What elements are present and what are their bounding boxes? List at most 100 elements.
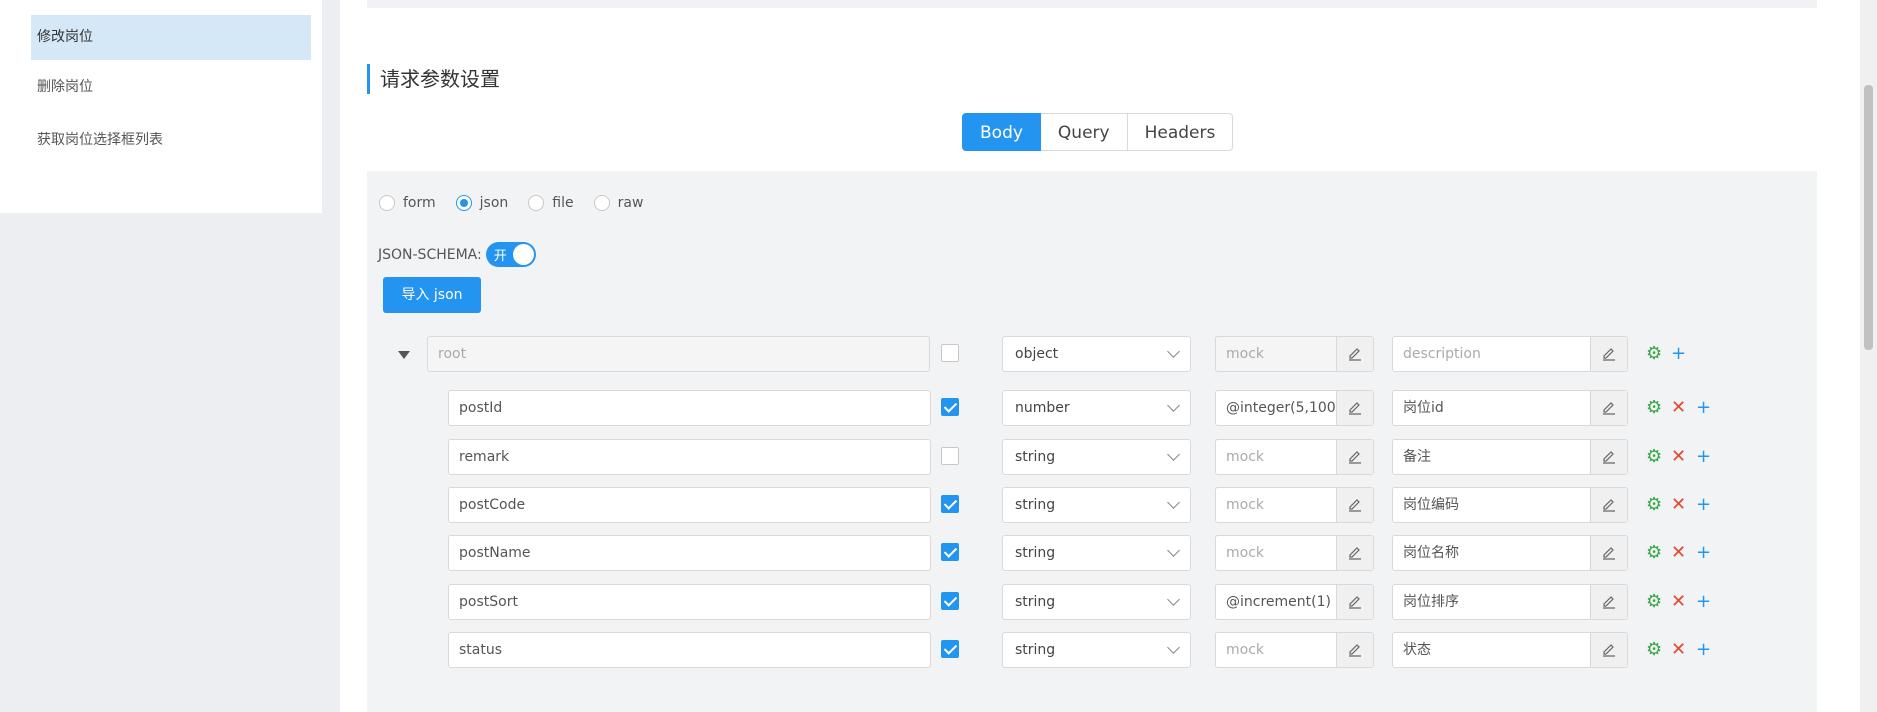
field-description-input[interactable]: 备注	[1392, 439, 1628, 475]
settings-icon[interactable]: ⚙	[1646, 448, 1662, 466]
required-checkbox[interactable]	[941, 592, 959, 610]
settings-icon[interactable]: ⚙	[1646, 345, 1662, 363]
edit-icon[interactable]	[1336, 633, 1373, 667]
close-icon[interactable]: ✕	[1671, 593, 1686, 611]
field-type-select[interactable]: number	[1002, 390, 1191, 426]
root-description-input[interactable]: description	[1392, 336, 1628, 372]
field-type-value: string	[1015, 594, 1056, 610]
required-checkbox[interactable]	[941, 640, 959, 658]
settings-icon[interactable]: ⚙	[1646, 641, 1662, 659]
edit-icon[interactable]	[1590, 536, 1627, 570]
sidebar-item-delete-post[interactable]: 删除岗位	[31, 65, 311, 110]
close-icon[interactable]: ✕	[1671, 399, 1686, 417]
field-type-value: string	[1015, 642, 1056, 658]
edit-icon[interactable]	[1336, 337, 1373, 371]
field-description-input[interactable]: 状态	[1392, 632, 1628, 668]
scrollbar[interactable]	[1860, 0, 1877, 712]
field-mock-input[interactable]: mock	[1215, 535, 1374, 571]
edit-icon[interactable]	[1590, 391, 1627, 425]
required-checkbox[interactable]	[941, 398, 959, 416]
field-mock-input[interactable]: @increment(1)	[1215, 584, 1374, 620]
edit-icon[interactable]	[1590, 488, 1627, 522]
field-mock-input[interactable]: mock	[1215, 487, 1374, 523]
root-mock-input: mock	[1215, 336, 1374, 372]
settings-icon[interactable]: ⚙	[1646, 544, 1662, 562]
close-icon[interactable]: ✕	[1671, 448, 1686, 466]
edit-icon[interactable]	[1336, 536, 1373, 570]
field-description-input[interactable]: 岗位排序	[1392, 584, 1628, 620]
required-checkbox[interactable]	[941, 495, 959, 513]
scrollbar-thumb[interactable]	[1864, 85, 1873, 350]
field-type-select[interactable]: string	[1002, 487, 1191, 523]
field-name-input[interactable]: postCode	[448, 487, 931, 523]
chevron-down-icon	[1167, 345, 1180, 358]
edit-icon[interactable]	[1336, 391, 1373, 425]
plus-icon[interactable]: +	[1671, 345, 1686, 363]
field-type-select[interactable]: string	[1002, 584, 1191, 620]
plus-icon[interactable]: +	[1696, 399, 1711, 417]
plus-icon[interactable]: +	[1696, 544, 1711, 562]
root-required-checkbox[interactable]	[941, 344, 959, 362]
plus-icon[interactable]: +	[1696, 641, 1711, 659]
field-description-value: 备注	[1403, 449, 1431, 465]
tab-headers[interactable]: Headers	[1127, 113, 1234, 151]
settings-icon[interactable]: ⚙	[1646, 593, 1662, 611]
edit-icon[interactable]	[1336, 585, 1373, 619]
edit-icon[interactable]	[1590, 633, 1627, 667]
field-mock-input[interactable]: mock	[1215, 439, 1374, 475]
field-name-input[interactable]: postSort	[448, 584, 931, 620]
json-schema-toggle[interactable]: 开	[485, 242, 536, 267]
tab-query[interactable]: Query	[1040, 113, 1128, 151]
root-mock-placeholder: mock	[1226, 346, 1265, 362]
field-description-value: 岗位排序	[1403, 594, 1459, 610]
plus-icon[interactable]: +	[1696, 448, 1711, 466]
field-mock-input[interactable]: mock	[1215, 632, 1374, 668]
radio-json[interactable]: json	[455, 195, 508, 211]
chevron-down-icon	[1167, 448, 1180, 461]
radio-form[interactable]: form	[379, 195, 436, 211]
body-type-radios: form json file raw	[379, 195, 663, 211]
radio-raw[interactable]: raw	[593, 195, 643, 211]
edit-icon[interactable]	[1336, 488, 1373, 522]
root-type-select[interactable]: object	[1002, 336, 1191, 372]
edit-icon[interactable]	[1590, 585, 1627, 619]
field-name-input[interactable]: postId	[448, 390, 931, 426]
tab-body[interactable]: Body	[962, 113, 1041, 151]
section-title: 请求参数设置	[367, 64, 500, 94]
edit-icon[interactable]	[1590, 337, 1627, 371]
settings-icon[interactable]: ⚙	[1646, 496, 1662, 514]
field-name-input[interactable]: status	[448, 632, 931, 668]
plus-icon[interactable]: +	[1696, 593, 1711, 611]
sidebar-item-post-options[interactable]: 获取岗位选择框列表	[31, 118, 311, 163]
import-json-button[interactable]: 导入 json	[383, 277, 481, 313]
chevron-down-icon	[1167, 496, 1180, 509]
radio-file[interactable]: file	[528, 195, 574, 211]
field-type-select[interactable]: string	[1002, 439, 1191, 475]
root-name-input: root	[427, 336, 930, 372]
field-mock-value: @increment(1)	[1226, 594, 1331, 610]
settings-icon[interactable]: ⚙	[1646, 399, 1662, 417]
field-type-select[interactable]: string	[1002, 632, 1191, 668]
field-type-select[interactable]: string	[1002, 535, 1191, 571]
close-icon[interactable]: ✕	[1671, 544, 1686, 562]
root-type-value: object	[1015, 346, 1059, 362]
edit-icon[interactable]	[1336, 440, 1373, 474]
plus-icon[interactable]: +	[1696, 496, 1711, 514]
field-type-value: string	[1015, 449, 1056, 465]
required-checkbox[interactable]	[941, 543, 959, 561]
field-description-input[interactable]: 岗位编码	[1392, 487, 1628, 523]
close-icon[interactable]: ✕	[1671, 496, 1686, 514]
field-name-input[interactable]: remark	[448, 439, 931, 475]
field-description-value: 岗位编码	[1403, 497, 1459, 513]
close-icon[interactable]: ✕	[1671, 641, 1686, 659]
field-mock-input[interactable]: @integer(5,100)	[1215, 390, 1374, 426]
field-description-input[interactable]: 岗位名称	[1392, 535, 1628, 571]
field-name-input[interactable]: postName	[448, 535, 931, 571]
field-description-input[interactable]: 岗位id	[1392, 390, 1628, 426]
required-checkbox[interactable]	[941, 447, 959, 465]
field-description-value: 岗位名称	[1403, 545, 1459, 561]
field-type-value: number	[1015, 400, 1070, 416]
field-mock-placeholder: mock	[1226, 449, 1265, 465]
sidebar-item-edit-post[interactable]: 修改岗位	[31, 15, 311, 60]
edit-icon[interactable]	[1590, 440, 1627, 474]
